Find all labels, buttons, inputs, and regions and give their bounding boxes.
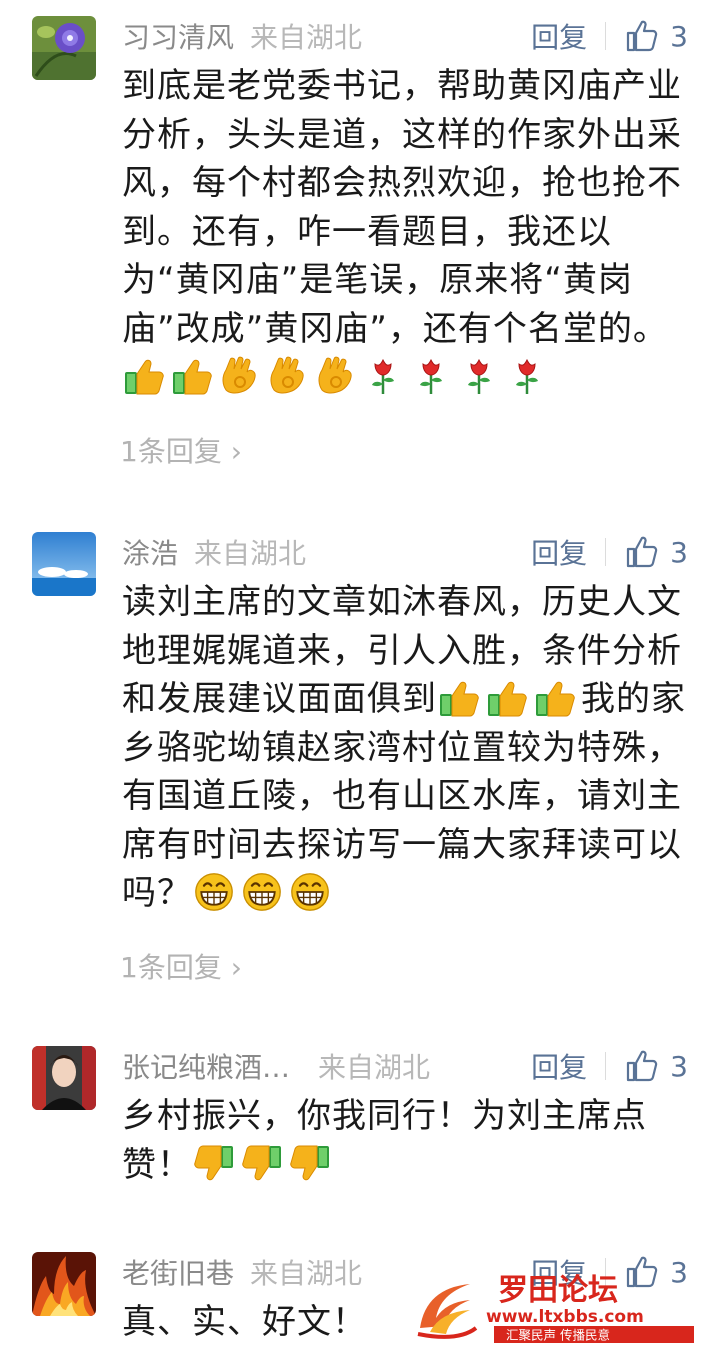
phoenix-logo-icon xyxy=(417,1284,478,1339)
emoji-row xyxy=(192,873,336,913)
thumbs-down-icon xyxy=(288,1144,332,1184)
avatar[interactable] xyxy=(32,16,96,80)
username[interactable]: 张记纯粮酒… xyxy=(122,1046,290,1086)
avatar[interactable] xyxy=(32,1252,96,1316)
reply-button[interactable]: 回复 xyxy=(531,16,587,56)
comment-text: 真、实、好文！ xyxy=(122,1302,367,1342)
comment-header: 涂浩 来自湖北 回复 3 xyxy=(122,532,688,572)
view-replies-link[interactable]: 1条回复 › xyxy=(120,946,242,986)
location-label: 来自湖北 xyxy=(194,537,307,570)
divider xyxy=(605,538,607,566)
watermark-title: 罗田论坛 xyxy=(498,1273,618,1308)
thumbs-up-icon xyxy=(170,356,214,396)
location-label: 来自湖北 xyxy=(318,1051,431,1084)
comment-body: 乡村振兴，你我同行！为刘主席点赞！ xyxy=(122,1092,686,1189)
view-replies-link[interactable]: 1条回复 › xyxy=(120,430,242,470)
location-label: 来自湖北 xyxy=(250,21,363,54)
grin-icon xyxy=(240,872,284,912)
avatar[interactable] xyxy=(32,532,96,596)
like-count: 3 xyxy=(670,19,688,53)
comment-actions: 回复 3 xyxy=(531,1046,688,1086)
rose-icon xyxy=(410,356,454,396)
thumbs-up-icon xyxy=(122,356,166,396)
thumbs-up-icon xyxy=(624,1048,660,1084)
watermark-url: www.ltxbbs.com xyxy=(486,1307,644,1327)
ok-hand-icon xyxy=(266,356,310,396)
emoji-row xyxy=(437,679,581,719)
thumbs-up-icon xyxy=(624,534,660,570)
avatar[interactable] xyxy=(32,1046,96,1110)
comment-actions: 回复 3 xyxy=(531,16,688,56)
location-label: 来自湖北 xyxy=(250,1257,363,1290)
comment-header: 习习清风 来自湖北 回复 3 xyxy=(122,16,688,56)
like-count: 3 xyxy=(670,535,688,569)
divider xyxy=(605,1052,607,1080)
thumbs-up-icon xyxy=(485,678,529,718)
comment-body: 到底是老党委书记，帮助黄冈庙产业分析，头头是道，这样的作家外出采风，每个村都会热… xyxy=(122,62,686,402)
like-button[interactable]: 3 xyxy=(624,534,688,570)
comment-body: 读刘主席的文章如沐春风，历史人文地理娓娓道来，引人入胜，条件分析和发展建议面面俱… xyxy=(122,578,686,918)
thumbs-down-icon xyxy=(240,1144,284,1184)
thumbs-up-icon xyxy=(624,18,660,54)
ok-hand-icon xyxy=(314,356,358,396)
rose-icon xyxy=(458,356,502,396)
ok-hand-icon xyxy=(218,356,262,396)
rose-icon xyxy=(362,356,406,396)
thumbs-up-icon xyxy=(533,678,577,718)
reply-button[interactable]: 回复 xyxy=(531,532,587,572)
thumbs-up-icon xyxy=(437,678,481,718)
grin-icon xyxy=(192,872,236,912)
username[interactable]: 老街旧巷 xyxy=(122,1252,234,1292)
like-button[interactable]: 3 xyxy=(624,1048,688,1084)
rose-icon xyxy=(506,356,550,396)
watermark-logo: 罗田论坛 www.ltxbbs.com 汇聚民声 传播民意 xyxy=(414,1270,704,1344)
comment-actions: 回复 3 xyxy=(531,532,688,572)
comment-text: 到底是老党委书记，帮助黄冈庙产业分析，头头是道，这样的作家外出采风，每个村都会热… xyxy=(122,66,682,349)
thumbs-down-icon xyxy=(192,1144,236,1184)
watermark-slogan: 汇聚民声 传播民意 xyxy=(506,1328,610,1343)
like-button[interactable]: 3 xyxy=(624,18,688,54)
emoji-row xyxy=(192,1145,336,1185)
emoji-row xyxy=(122,357,554,397)
comment-header: 张记纯粮酒… 来自湖北 回复 3 xyxy=(122,1046,688,1086)
username[interactable]: 习习清风 xyxy=(122,16,234,56)
divider xyxy=(605,22,607,50)
like-count: 3 xyxy=(670,1049,688,1083)
username[interactable]: 涂浩 xyxy=(122,532,178,572)
reply-button[interactable]: 回复 xyxy=(531,1046,587,1086)
grin-icon xyxy=(288,872,332,912)
